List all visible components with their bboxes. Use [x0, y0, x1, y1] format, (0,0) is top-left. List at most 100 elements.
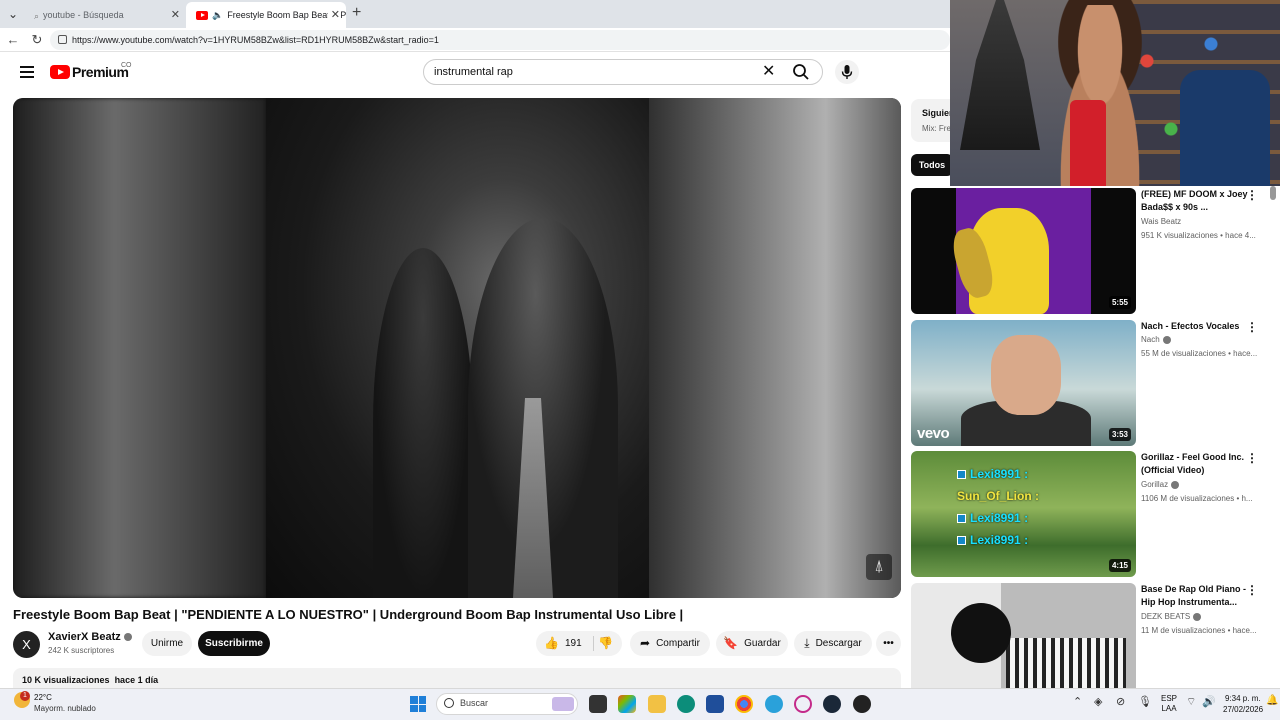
close-tab-icon[interactable]: ✕: [327, 2, 340, 28]
scrollbar-thumb[interactable]: [1270, 186, 1276, 200]
recommendation-channel-name[interactable]: DEZK BEATS: [1141, 612, 1190, 621]
microphone-icon: [841, 65, 853, 79]
kebab-menu-icon[interactable]: ⋮: [1246, 189, 1258, 201]
thumbnail-chat-line: Lexi8991 :: [957, 533, 1028, 547]
youtube-logo-icon[interactable]: [50, 65, 70, 79]
chip-all[interactable]: Todos: [911, 154, 953, 176]
recommendation-channel-name[interactable]: Nach: [1141, 335, 1160, 344]
menu-icon[interactable]: [20, 66, 34, 78]
voice-search-button[interactable]: [835, 60, 859, 84]
recommendation-title[interactable]: (FREE) MF DOOM x Joey Bada$$ x 90s ...: [1141, 188, 1253, 214]
tab-youtube-search[interactable]: ⌕ youtube - Búsqueda ✕: [24, 2, 186, 28]
tray-chevron-icon[interactable]: ⌃: [1073, 695, 1082, 708]
channel-watermark-icon[interactable]: ⍋: [866, 554, 892, 580]
weather-temperature[interactable]: 22°C: [34, 693, 52, 702]
chat-separator: :: [1024, 533, 1029, 547]
thumbnail-art: [1006, 638, 1126, 688]
reload-icon[interactable]: ↻: [28, 31, 46, 49]
steam-icon[interactable]: [823, 695, 841, 713]
channel-avatar[interactable]: X: [13, 631, 40, 658]
thumbs-down-icon[interactable]: 👎: [598, 636, 613, 650]
tab-list-chevron-icon[interactable]: ⌄: [4, 5, 22, 23]
tray-network-icon[interactable]: ⊘: [1116, 695, 1125, 708]
video-frame-blur-right: [649, 98, 901, 598]
store-icon[interactable]: [706, 695, 724, 713]
like-count: 191: [564, 638, 582, 649]
thumbnail-chat-line: Sun_Of_Lion :: [957, 489, 1039, 503]
thumbnail-art: [991, 335, 1061, 415]
country-code: CO: [121, 62, 132, 69]
chat-separator: :: [1024, 511, 1029, 525]
tab-current-video[interactable]: 🔈 Freestyle Boom Bap Beat | "PE ✕: [186, 2, 346, 28]
chrome-icon[interactable]: [735, 695, 753, 713]
recommendation-meta: 1106 M de visualizaciones • h...: [1141, 494, 1253, 503]
edge-icon[interactable]: [677, 695, 695, 713]
tray-app-icon[interactable]: ◈: [1094, 695, 1102, 708]
video-thumbnail[interactable]: 5:55: [911, 188, 1136, 314]
clear-search-icon[interactable]: ✕: [762, 63, 775, 81]
site-info-icon[interactable]: [58, 35, 67, 44]
join-button[interactable]: Unirme: [142, 631, 192, 656]
recommendation-channel-name[interactable]: Gorillaz: [1141, 480, 1168, 489]
recommendation-title[interactable]: Nach - Efectos Vocales: [1141, 320, 1253, 333]
speaker-icon[interactable]: 🔈: [212, 10, 223, 20]
search-icon: ⌕: [34, 10, 40, 21]
verified-icon: [1193, 612, 1202, 621]
duration-badge: 4:15: [1108, 559, 1131, 572]
notifications-icon[interactable]: 🔔: [1266, 695, 1278, 706]
telegram-icon[interactable]: [765, 695, 783, 713]
subscribe-button[interactable]: Suscribirme: [198, 631, 270, 656]
video-thumbnail[interactable]: vevo 3:53: [911, 320, 1136, 446]
chat-user: Lexi8991: [970, 511, 1021, 525]
task-view-icon[interactable]: [589, 695, 607, 713]
recommendation-channel[interactable]: Wais Beatz: [1141, 217, 1181, 226]
download-button[interactable]: ⤓ Descargar: [794, 631, 872, 656]
opera-icon[interactable]: [794, 695, 812, 713]
kebab-menu-icon[interactable]: ⋮: [1246, 584, 1258, 596]
save-button[interactable]: 🔖 Guardar: [716, 631, 788, 656]
copilot-icon[interactable]: [618, 695, 636, 713]
video-thumbnail[interactable]: [911, 583, 1136, 688]
recommendation-channel[interactable]: Gorillaz: [1141, 480, 1180, 489]
clock-time[interactable]: 9:34 p. m.: [1225, 694, 1261, 703]
webcam-statue: [960, 0, 1040, 150]
back-arrow-icon[interactable]: ←: [4, 31, 22, 49]
recommendation-meta: 951 K visualizaciones • hace 4...: [1141, 231, 1256, 240]
notification-badge: 1: [20, 691, 30, 701]
url-field[interactable]: https://www.youtube.com/watch?v=1HYRUM58…: [50, 30, 950, 50]
file-explorer-icon[interactable]: [648, 695, 666, 713]
taskbar-search-placeholder[interactable]: Buscar: [460, 698, 488, 708]
channel-name-text[interactable]: XavierX Beatz: [48, 631, 121, 643]
recommendation-title[interactable]: Gorillaz - Feel Good Inc. (Official Vide…: [1141, 451, 1253, 477]
clock-date[interactable]: 27/02/2026: [1223, 705, 1263, 714]
search-icon[interactable]: [792, 63, 810, 81]
recommendation-channel[interactable]: Nach: [1141, 335, 1171, 344]
youtube-logo-text[interactable]: Premium: [72, 64, 129, 80]
obs-icon[interactable]: [853, 695, 871, 713]
search-highlight-icon[interactable]: [552, 697, 574, 711]
chat-user: Lexi8991: [970, 533, 1021, 547]
share-icon: ➦: [640, 636, 651, 650]
volume-icon[interactable]: 🔊: [1202, 695, 1216, 708]
verified-icon: [123, 633, 132, 642]
recommendation-channel[interactable]: DEZK BEATS: [1141, 612, 1202, 621]
language-indicator[interactable]: ESP LAA: [1161, 694, 1177, 714]
kebab-menu-icon[interactable]: ⋮: [1246, 452, 1258, 464]
search-query[interactable]: instrumental rap: [434, 66, 513, 78]
video-player[interactable]: ⍋: [13, 98, 901, 598]
video-thumbnail[interactable]: Lexi8991 : Sun_Of_Lion : Lexi8991 : Lexi…: [911, 451, 1136, 577]
weather-description[interactable]: Mayorm. nublado: [34, 704, 96, 713]
more-actions-icon[interactable]: •••: [876, 631, 901, 656]
recommendation-title[interactable]: Base De Rap Old Piano - Hip Hop Instrume…: [1141, 583, 1253, 609]
share-button[interactable]: ➦ Compartir: [630, 631, 710, 656]
recommendation-meta: 11 M de visualizaciones • hace...: [1141, 626, 1257, 635]
wifi-icon[interactable]: ⌔: [1186, 695, 1196, 709]
video-title: Freestyle Boom Bap Beat | "PENDIENTE A L…: [13, 607, 684, 622]
kebab-menu-icon[interactable]: ⋮: [1246, 321, 1258, 333]
channel-name[interactable]: XavierX Beatz: [48, 631, 132, 643]
chat-separator: :: [1035, 489, 1040, 503]
close-tab-icon[interactable]: ✕: [171, 2, 180, 28]
tray-mic-icon[interactable]: 🎙: [1138, 695, 1152, 708]
new-tab-icon[interactable]: +: [352, 4, 368, 22]
windows-start-icon[interactable]: [410, 696, 426, 712]
